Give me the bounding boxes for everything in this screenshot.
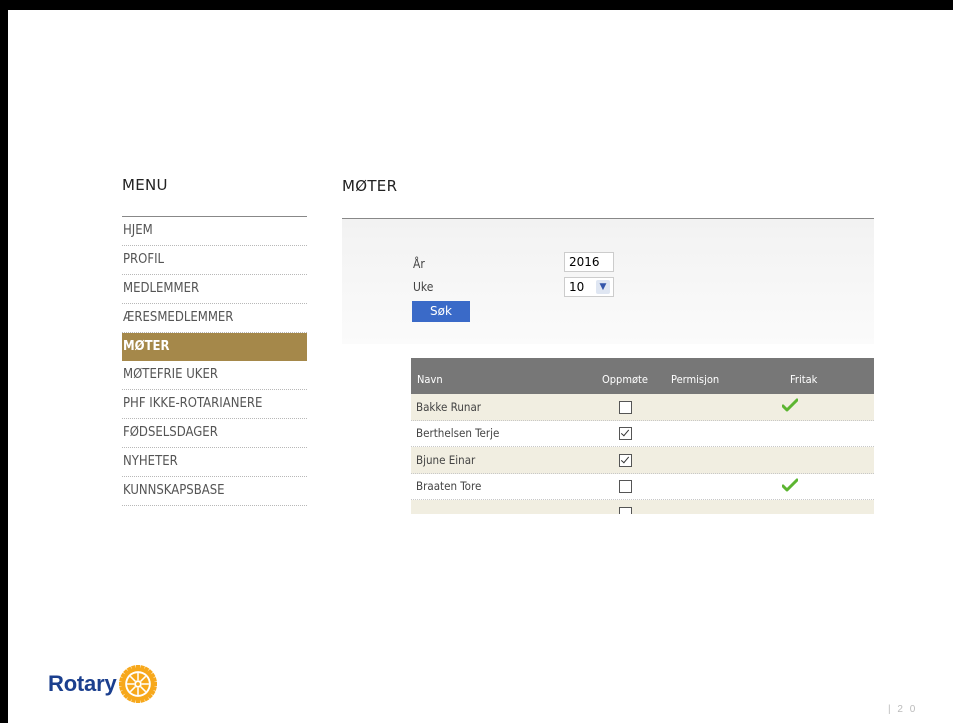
- year-label: År: [413, 257, 425, 271]
- page-title: MØTER: [342, 177, 398, 195]
- chevron-down-icon[interactable]: ▼: [596, 280, 610, 294]
- table-row: Braaten Tore: [411, 473, 874, 500]
- oppmote-checkbox[interactable]: [618, 453, 632, 467]
- column-header-navn[interactable]: Navn: [411, 366, 591, 394]
- oppmote-checkbox[interactable]: [618, 506, 632, 514]
- green-check-icon: [782, 478, 798, 492]
- menu-item-hjem[interactable]: HJEM: [122, 217, 307, 246]
- member-name: Braaten Tore: [416, 479, 482, 494]
- member-name: Berthelsen Terje: [416, 426, 500, 441]
- rotary-logo: Rotary: [48, 665, 157, 703]
- table-row-partial: [411, 500, 874, 514]
- oppmote-checkbox[interactable]: [618, 400, 632, 414]
- table-row: Berthelsen Terje: [411, 420, 874, 447]
- menu-item-fodselsdager[interactable]: FØDSELSDAGER: [122, 419, 307, 449]
- oppmote-checkbox[interactable]: [618, 427, 632, 441]
- rotary-wheel-icon: [118, 665, 157, 703]
- table-row: Bakke Runar: [411, 394, 874, 421]
- menu-item-moter[interactable]: MØTER: [122, 332, 307, 362]
- menu-item-motefrie-uker[interactable]: MØTEFRIE UKER: [122, 361, 307, 391]
- column-header-oppmote[interactable]: Oppmøte: [591, 366, 659, 394]
- menu-item-kunnskapsbase[interactable]: KUNNSKAPSBASE: [122, 477, 307, 506]
- table-row: Bjune Einar: [411, 447, 874, 474]
- menu-item-profil[interactable]: PROFIL: [122, 246, 307, 275]
- search-button[interactable]: Søk: [412, 301, 470, 322]
- slide: MENU MØTER HJEM PROFIL MEDLEMMER ÆRESMED…: [8, 10, 953, 723]
- green-check-icon: [782, 398, 798, 412]
- page-number: | 2 0: [888, 704, 918, 715]
- sidebar-menu: HJEM PROFIL MEDLEMMER ÆRESMEDLEMMER MØTE…: [122, 216, 307, 506]
- week-select[interactable]: 10 ▼: [564, 277, 614, 297]
- oppmote-checkbox[interactable]: [618, 480, 632, 494]
- week-select-value: 10: [569, 280, 585, 294]
- rotary-logo-text: Rotary: [48, 671, 117, 696]
- menu-title: MENU: [122, 176, 168, 194]
- menu-item-medlemmer[interactable]: MEDLEMMER: [122, 275, 307, 304]
- member-name: Bakke Runar: [416, 399, 482, 414]
- attendance-table: Navn Oppmøte Permisjon Fritak Bakke Runa…: [411, 358, 874, 514]
- menu-item-nyheter[interactable]: NYHETER: [122, 448, 307, 478]
- column-header-permisjon[interactable]: Permisjon: [659, 366, 767, 394]
- year-input[interactable]: 2016: [564, 252, 614, 272]
- search-form: År 2016 Uke 10 ▼ Søk: [342, 219, 874, 344]
- table-header: Navn Oppmøte Permisjon Fritak: [411, 358, 874, 394]
- column-header-fritak[interactable]: Fritak: [767, 366, 874, 394]
- menu-item-aeresmedlemmer[interactable]: ÆRESMEDLEMMER: [122, 304, 307, 333]
- week-label: Uke: [413, 280, 434, 294]
- member-name: Bjune Einar: [416, 452, 476, 467]
- menu-item-phf-ikke-rotarianere[interactable]: PHF IKKE-ROTARIANERE: [122, 390, 307, 420]
